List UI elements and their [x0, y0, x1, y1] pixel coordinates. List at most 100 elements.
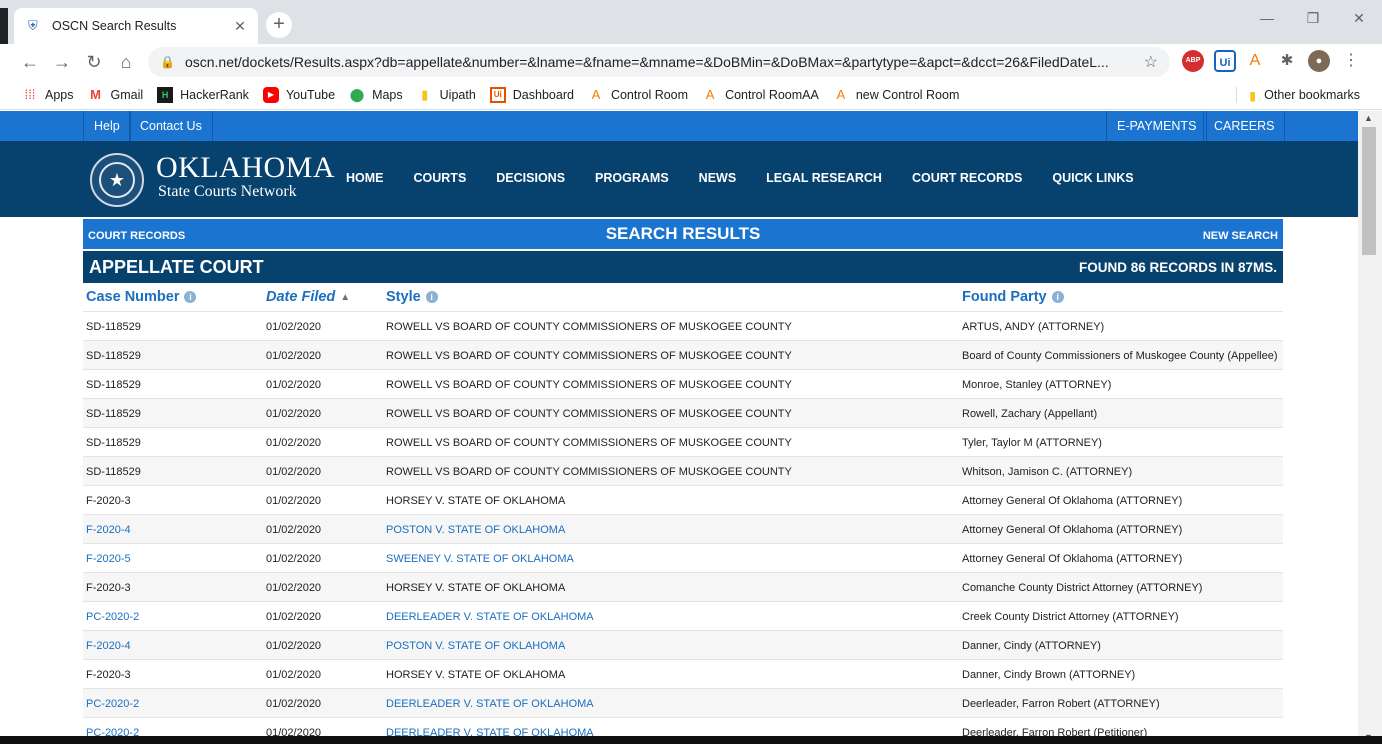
table-row[interactable]: F-2020-3 01/02/2020 HORSEY V. STATE OF OKL…: [83, 659, 1283, 688]
info-icon[interactable]: i: [425, 291, 438, 303]
automation-anywhere-icon[interactable]: A: [1244, 50, 1266, 72]
bookmark-star-icon[interactable]: ☆: [1144, 52, 1158, 72]
careers-link[interactable]: CAREERS: [1203, 111, 1286, 141]
style-cell[interactable]: DEERLEADER V. STATE OF OKLAHOMA: [386, 698, 594, 710]
case-number-cell: SD-118529: [86, 437, 141, 449]
bookmark-hackerrank[interactable]: H HackerRank: [157, 86, 249, 103]
uipath-extension-icon[interactable]: Ui: [1214, 50, 1236, 72]
minimize-icon[interactable]: —: [1244, 10, 1290, 27]
back-icon[interactable]: ←: [14, 52, 46, 73]
table-row[interactable]: F-2020-4 01/02/2020 POSTON V. STATE OF OKL…: [83, 514, 1283, 543]
table-row[interactable]: F-2020-5 01/02/2020 SWEENEY V. STATE OF OK…: [83, 543, 1283, 572]
profile-avatar[interactable]: ●: [1308, 50, 1330, 72]
adblock-extension-icon[interactable]: ABP: [1182, 50, 1204, 72]
help-link[interactable]: Help: [83, 111, 131, 141]
browser-tab[interactable]: ⛨ OSCN Search Results ✕: [14, 8, 258, 44]
column-case-number[interactable]: Case Number i: [86, 289, 197, 305]
forward-icon[interactable]: →: [46, 52, 78, 73]
new-search-link[interactable]: NEW SEARCH: [1203, 230, 1278, 242]
case-number-cell[interactable]: F-2020-5: [86, 553, 131, 565]
address-bar[interactable]: 🔒 oscn.net/dockets/Results.aspx?db=appel…: [148, 47, 1170, 77]
table-row[interactable]: F-2020-4 01/02/2020 POSTON V. STATE OF OKL…: [83, 630, 1283, 659]
table-row[interactable]: F-2020-3 01/02/2020 HORSEY V. STATE OF OKL…: [83, 572, 1283, 601]
bookmark-label: Gmail: [110, 87, 144, 102]
contact-us-link[interactable]: Contact Us: [129, 111, 213, 141]
case-number-cell[interactable]: PC-2020-2: [86, 698, 139, 710]
found-party-cell: Danner, Cindy (ATTORNEY): [962, 640, 1101, 652]
apps-grid-icon: ⁞⁞⁞: [24, 86, 36, 102]
nav-legal-research[interactable]: LEGAL RESEARCH: [766, 171, 882, 185]
court-bar: APPELLATE COURT FOUND 86 RECORDS IN 87MS…: [83, 251, 1283, 283]
nav-courts[interactable]: COURTS: [414, 171, 467, 185]
home-icon[interactable]: ⌂: [110, 52, 142, 73]
other-bookmarks[interactable]: ▮ Other bookmarks: [1236, 87, 1360, 103]
table-row[interactable]: SD-118529 01/02/2020 ROWELL VS BOARD OF CO…: [83, 398, 1283, 427]
info-icon[interactable]: i: [1051, 291, 1064, 303]
nav-decisions[interactable]: DECISIONS: [496, 171, 565, 185]
scrollbar-thumb[interactable]: [1362, 127, 1376, 255]
bookmark-new-control-room[interactable]: Anew Control Room: [833, 87, 960, 103]
table-row[interactable]: PC-2020-2 01/02/2020 DEERLEADER V. STATE O…: [83, 601, 1283, 630]
reload-icon[interactable]: ↻: [78, 52, 110, 73]
column-found-party[interactable]: Found Party i: [962, 289, 1064, 305]
nav-court-records[interactable]: COURT RECORDS: [912, 171, 1022, 185]
date-filed-cell: 01/02/2020: [266, 524, 322, 536]
bookmark-label: Uipath: [439, 87, 476, 102]
table-row[interactable]: SD-118529 01/02/2020 ROWELL VS BOARD OF CO…: [83, 427, 1283, 456]
column-style[interactable]: Style i: [386, 289, 438, 305]
bookmark-control-room[interactable]: A Control Room: [588, 87, 688, 103]
bookmark-label: Control RoomAA: [725, 87, 819, 102]
bookmark-youtube[interactable]: ▶ YouTube: [262, 86, 335, 103]
table-row[interactable]: F-2020-3 01/02/2020 HORSEY V. STATE OF OKL…: [83, 485, 1283, 514]
os-taskbar: [0, 736, 1382, 744]
results-table-body: SD-118529 01/02/2020 ROWELL VS BOARD OF CO…: [83, 311, 1283, 744]
bookmark-apps[interactable]: ⁞⁞⁞ Apps: [22, 87, 74, 103]
column-date-filed[interactable]: Date Filed ▲: [266, 289, 350, 305]
new-tab-button[interactable]: +: [266, 12, 292, 38]
close-window-icon[interactable]: ✕: [1336, 10, 1382, 27]
page-scrollbar[interactable]: ▲ ▼: [1358, 111, 1382, 744]
e-payments-link[interactable]: E-PAYMENTS: [1106, 111, 1208, 141]
menu-kebab-icon[interactable]: ⋮: [1340, 50, 1362, 72]
style-cell[interactable]: POSTON V. STATE OF OKLAHOMA: [386, 640, 565, 652]
table-row[interactable]: SD-118529 01/02/2020 ROWELL VS BOARD OF CO…: [83, 311, 1283, 340]
state-seal-logo[interactable]: ★: [90, 153, 144, 207]
close-tab-icon[interactable]: ✕: [232, 18, 248, 35]
nav-home[interactable]: HOME: [346, 171, 384, 185]
bookmark-gmail[interactable]: M Gmail: [88, 87, 144, 103]
case-number-cell[interactable]: F-2020-4: [86, 640, 131, 652]
nav-quick-links[interactable]: QUICK LINKS: [1052, 171, 1133, 185]
maps-pin-icon: ⬤: [349, 86, 365, 102]
info-icon[interactable]: i: [184, 291, 197, 303]
brand-subtitle[interactable]: State Courts Network: [158, 183, 297, 201]
nav-news[interactable]: NEWS: [699, 171, 737, 185]
style-cell[interactable]: SWEENEY V. STATE OF OKLAHOMA: [386, 553, 574, 565]
found-party-cell: ARTUS, ANDY (ATTORNEY): [962, 321, 1105, 333]
scroll-up-icon[interactable]: ▲: [1364, 113, 1373, 123]
bookmark-dashboard[interactable]: Ui Dashboard: [489, 86, 574, 103]
table-row[interactable]: SD-118529 01/02/2020 ROWELL VS BOARD OF CO…: [83, 340, 1283, 369]
seal-star-icon: ★: [99, 162, 135, 198]
table-row[interactable]: PC-2020-2 01/02/2020 DEERLEADER V. STATE O…: [83, 688, 1283, 717]
style-cell[interactable]: DEERLEADER V. STATE OF OKLAHOMA: [386, 611, 594, 623]
extensions-puzzle-icon[interactable]: ✱: [1276, 50, 1298, 72]
url-text[interactable]: oscn.net/dockets/Results.aspx?db=appella…: [185, 54, 1136, 70]
bookmark-uipath[interactable]: ▮ Uipath: [417, 87, 476, 103]
table-row[interactable]: SD-118529 01/02/2020 ROWELL VS BOARD OF CO…: [83, 369, 1283, 398]
table-row[interactable]: SD-118529 01/02/2020 ROWELL VS BOARD OF CO…: [83, 456, 1283, 485]
bookmark-control-roomaa[interactable]: A Control RoomAA: [702, 87, 819, 103]
results-table-header: Case Number i Date Filed ▲ Style i Found Pa…: [83, 283, 1283, 311]
restore-icon[interactable]: ❐: [1290, 10, 1336, 27]
found-party-cell: Comanche County District Attorney (ATTOR…: [962, 582, 1203, 594]
tab-title: OSCN Search Results: [52, 19, 177, 33]
case-number-cell[interactable]: F-2020-4: [86, 524, 131, 536]
style-cell[interactable]: POSTON V. STATE OF OKLAHOMA: [386, 524, 565, 536]
nav-programs[interactable]: PROGRAMS: [595, 171, 669, 185]
date-filed-cell: 01/02/2020: [266, 640, 322, 652]
found-party-cell: Danner, Cindy Brown (ATTORNEY): [962, 669, 1136, 681]
uipath-icon: Ui: [489, 86, 506, 103]
found-party-cell: Whitson, Jamison C. (ATTORNEY): [962, 466, 1133, 478]
case-number-cell[interactable]: PC-2020-2: [86, 611, 139, 623]
bookmark-maps[interactable]: ⬤ Maps: [349, 87, 403, 103]
brand-title[interactable]: OKLAHOMA: [156, 151, 335, 185]
